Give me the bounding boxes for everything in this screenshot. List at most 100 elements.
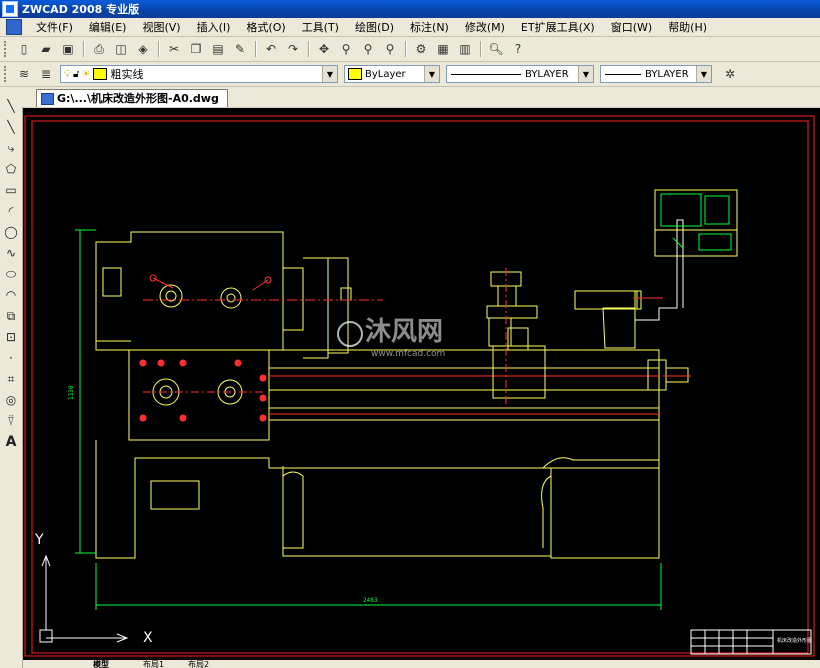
height-dimension-text: 1330 xyxy=(68,385,75,400)
document-tab-bar: G:\...\机床改造外形图-A0.dwg xyxy=(22,87,820,107)
match-properties-icon[interactable]: ✎ xyxy=(231,40,249,58)
chevron-down-icon[interactable]: ▼ xyxy=(578,66,593,82)
publish-icon[interactable]: ◈ xyxy=(134,40,152,58)
cut-icon[interactable]: ✂ xyxy=(165,40,183,58)
ucs-x-label: X xyxy=(143,630,153,646)
lineweight-value: BYLAYER xyxy=(645,68,689,80)
layout-tab-bar: 模型 布局1 布局2 xyxy=(23,660,820,668)
title-block-name: 机床改造外形图 xyxy=(777,637,812,644)
tool-palette-icon[interactable]: ▥ xyxy=(456,40,474,58)
drawing-canvas[interactable]: 2483 1330 沐风网 www.mfcad.com Y X 机床改造外形图 xyxy=(23,108,820,660)
redo-icon[interactable]: ↷ xyxy=(284,40,302,58)
ellipse-icon[interactable]: ⬭ xyxy=(2,265,20,283)
document-tab[interactable]: G:\...\机床改造外形图-A0.dwg xyxy=(36,89,228,107)
base-panel xyxy=(150,480,200,510)
chevron-down-icon[interactable]: ▼ xyxy=(424,66,439,82)
make-block-icon[interactable]: ⊡ xyxy=(2,328,20,346)
paste-icon[interactable]: ▤ xyxy=(209,40,227,58)
find-icon[interactable]: 🔍︎ xyxy=(487,40,505,58)
point-icon[interactable]: · xyxy=(2,349,20,367)
color-dropdown[interactable]: ByLayer ▼ xyxy=(344,65,440,83)
properties-icon[interactable]: ⚙ xyxy=(412,40,430,58)
draw-toolbar: ╲ ╲ ⤷ ⬠ ▭ ◜ ◯ ∿ ⬭ ◠ ⧉ ⊡ · ⌗ ◎ ⍢ A xyxy=(0,87,23,668)
menu-file[interactable]: 文件(F) xyxy=(28,19,81,35)
menu-draw[interactable]: 绘图(D) xyxy=(347,19,402,35)
print-preview-icon[interactable]: ◫ xyxy=(112,40,130,58)
watermark: 沐风网 www.mfcad.com xyxy=(337,317,445,359)
ellipse-arc-icon[interactable]: ◠ xyxy=(2,286,20,304)
document-menu-icon[interactable] xyxy=(6,19,22,35)
linetype-dropdown[interactable]: BYLAYER ▼ xyxy=(446,65,594,83)
layer-manager-icon[interactable]: ≋ xyxy=(15,65,33,83)
chevron-down-icon[interactable]: ▼ xyxy=(696,66,711,82)
layer-lock-icon: 🔓︎ xyxy=(73,68,80,80)
menu-view[interactable]: 视图(V) xyxy=(134,19,188,35)
menu-et-tools[interactable]: ET扩展工具(X) xyxy=(513,19,603,35)
tab-layout1[interactable]: 布局1 xyxy=(143,660,164,668)
save-icon[interactable]: ▣ xyxy=(59,40,77,58)
pan-icon[interactable]: ✥ xyxy=(315,40,333,58)
tailstock-quill xyxy=(574,290,638,310)
ucs-icon xyxy=(39,554,129,643)
headstock-dial xyxy=(220,287,242,309)
menu-modify[interactable]: 修改(M) xyxy=(457,19,513,35)
design-center-icon[interactable]: ▦ xyxy=(434,40,452,58)
arc-icon[interactable]: ◜ xyxy=(2,202,20,220)
menu-format[interactable]: 格式(O) xyxy=(238,19,293,35)
wipeout-icon[interactable]: ⍢ xyxy=(2,412,20,430)
menu-tools[interactable]: 工具(T) xyxy=(294,19,347,35)
copy-icon[interactable]: ❐ xyxy=(187,40,205,58)
new-file-icon[interactable]: ▯ xyxy=(15,40,33,58)
print-icon[interactable]: ⎙ xyxy=(90,40,108,58)
layer-freeze-icon: ☀︎ xyxy=(81,68,91,80)
line-icon[interactable]: ╲ xyxy=(2,97,20,115)
insert-block-icon[interactable]: ⧉ xyxy=(2,307,20,325)
text-icon[interactable]: A xyxy=(2,433,20,451)
undo-icon[interactable]: ↶ xyxy=(262,40,280,58)
zoom-realtime-icon[interactable]: ⚲ xyxy=(337,40,355,58)
headstock-dial xyxy=(159,284,183,308)
zoom-window-icon[interactable]: ⚲ xyxy=(359,40,377,58)
color-palette-icon[interactable]: ✲ xyxy=(721,65,739,83)
chevron-down-icon[interactable]: ▼ xyxy=(322,66,337,82)
app-icon xyxy=(2,1,18,17)
lineweight-sample xyxy=(605,73,641,75)
menu-help[interactable]: 帮助(H) xyxy=(660,19,715,35)
watermark-url: www.mfcad.com xyxy=(371,349,445,359)
polygon-icon[interactable]: ⬠ xyxy=(2,160,20,178)
menu-edit[interactable]: 编辑(E) xyxy=(81,19,135,35)
menu-window[interactable]: 窗口(W) xyxy=(603,19,660,35)
polyline-icon[interactable]: ⤷ xyxy=(2,139,20,157)
layer-color-swatch xyxy=(93,68,108,80)
zoom-previous-icon[interactable]: ⚲ xyxy=(381,40,399,58)
headstock-outline xyxy=(95,231,284,351)
lineweight-dropdown[interactable]: BYLAYER ▼ xyxy=(600,65,712,83)
toolbar-grip[interactable] xyxy=(4,41,9,57)
tailstock xyxy=(602,307,636,349)
tab-layout2[interactable]: 布局2 xyxy=(188,660,209,668)
region-icon[interactable]: ◎ xyxy=(2,391,20,409)
open-file-icon[interactable]: ▰ xyxy=(37,40,55,58)
watermark-text: 沐风网 xyxy=(365,317,443,347)
spline-icon[interactable]: ∿ xyxy=(2,244,20,262)
title-bar: ZWCAD 2008 专业版 xyxy=(0,0,820,18)
window-title: ZWCAD 2008 专业版 xyxy=(22,3,140,16)
ray-icon[interactable]: ╲ xyxy=(2,118,20,136)
menu-insert[interactable]: 插入(I) xyxy=(189,19,239,35)
tab-model[interactable]: 模型 xyxy=(93,660,109,668)
cad-drawing: 2483 1330 沐风网 www.mfcad.com Y X 机床改造外形图 xyxy=(24,115,815,657)
circle-icon[interactable]: ◯ xyxy=(2,223,20,241)
rectangle-icon[interactable]: ▭ xyxy=(2,181,20,199)
toolbar-grip[interactable] xyxy=(4,66,9,82)
lathe-base xyxy=(269,457,660,559)
gearbox xyxy=(128,349,270,441)
outer-frame xyxy=(24,115,815,657)
hatch-icon[interactable]: ⌗ xyxy=(2,370,20,388)
headstock-plate xyxy=(102,267,122,297)
help-icon[interactable]: ? xyxy=(509,40,527,58)
layer-state-icon[interactable]: ≣ xyxy=(37,65,55,83)
menu-dimension[interactable]: 标注(N) xyxy=(402,19,457,35)
layer-on-icon: 💡︎ xyxy=(64,68,71,80)
menu-bar: 文件(F) 编辑(E) 视图(V) 插入(I) 格式(O) 工具(T) 绘图(D… xyxy=(0,18,820,37)
layer-dropdown[interactable]: 💡︎ 🔓︎ ☀︎ 粗实线 ▼ xyxy=(60,65,338,83)
